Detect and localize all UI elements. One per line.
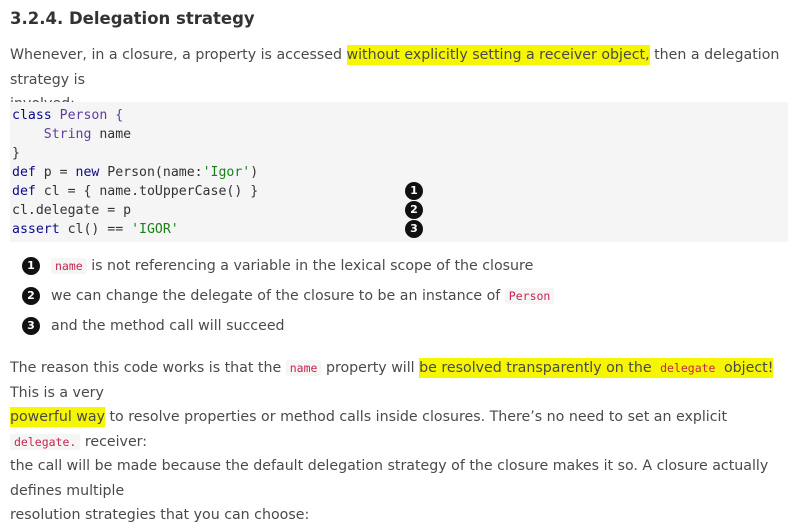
code-keyword: new [75, 165, 100, 180]
code-text: cl = { name.toUpperCase() } [35, 184, 259, 199]
code-text: ) [250, 165, 259, 180]
explain-text: the call will be made because the defaul… [10, 458, 769, 499]
code-keyword: class [12, 108, 52, 123]
explain-text: to resolve properties or method calls in… [104, 409, 728, 425]
inline-code: delegate. [10, 433, 81, 450]
code-string: 'IGOR' [131, 222, 179, 237]
inline-code: name [285, 360, 322, 376]
intro-text-before: Whenever, in a closure, a property is ac… [10, 47, 347, 63]
callout-1-icon: 1 [405, 182, 423, 200]
callout-text: we can change the delegate of the closur… [51, 288, 505, 304]
inline-code: name [51, 258, 87, 274]
code-line-2: String name [12, 125, 131, 144]
code-string: 'Igor' [202, 165, 251, 180]
code-text: p = [35, 165, 76, 180]
highlight-text: object! [719, 360, 774, 376]
section-title: 3.2.4. Delegation strategy [10, 9, 255, 28]
code-text: Person { [51, 108, 124, 123]
explanation-paragraph: The reason this code works is that the n… [10, 356, 788, 528]
explain-text: resolution strategies that you can choos… [10, 507, 310, 523]
inline-code: delegate [656, 360, 720, 376]
code-line-6: cl.delegate = p [12, 201, 131, 220]
callout-3-icon: 3 [22, 317, 40, 335]
code-line-3: } [12, 144, 20, 163]
inline-code: Person [504, 288, 555, 304]
callout-3-icon: 3 [405, 220, 423, 238]
code-keyword: def [12, 165, 36, 180]
callout-2-icon: 2 [22, 287, 40, 305]
code-keyword: assert [12, 222, 60, 237]
code-line-7: assert cl() == 'IGOR' [12, 220, 179, 239]
code-block: class Person { String name } def p = new… [10, 102, 788, 242]
callout-1-icon: 1 [22, 257, 40, 275]
code-text: Person(name: [99, 165, 203, 180]
highlight-text: be resolved transparently on the [419, 360, 657, 376]
code-type: String [43, 127, 92, 142]
callout-2-icon: 2 [405, 201, 423, 219]
callout-text: and the method call will succeed [51, 318, 285, 334]
code-line-4: def p = new Person(name:'Igor') [12, 163, 258, 182]
callout-text: is not referencing a variable in the lex… [86, 258, 534, 274]
explain-text: The reason this code works is that the [10, 360, 286, 376]
explain-highlight-2: powerful way [10, 407, 105, 427]
code-text: cl() == [59, 222, 132, 237]
code-keyword: def [12, 184, 36, 199]
code-line-5: def cl = { name.toUpperCase() } [12, 182, 258, 201]
code-text: } [12, 146, 20, 161]
code-text: cl.delegate = p [12, 203, 132, 218]
explain-highlight-1: be resolved transparently on the delegat… [419, 358, 774, 378]
intro-highlight: without explicitly setting a receiver ob… [346, 45, 650, 65]
code-text: name [91, 127, 132, 142]
explain-text: receiver: [80, 433, 148, 450]
code-line-1: class Person { [12, 106, 123, 125]
explain-text: property will [321, 360, 420, 376]
explain-text: This is a very [10, 384, 104, 401]
